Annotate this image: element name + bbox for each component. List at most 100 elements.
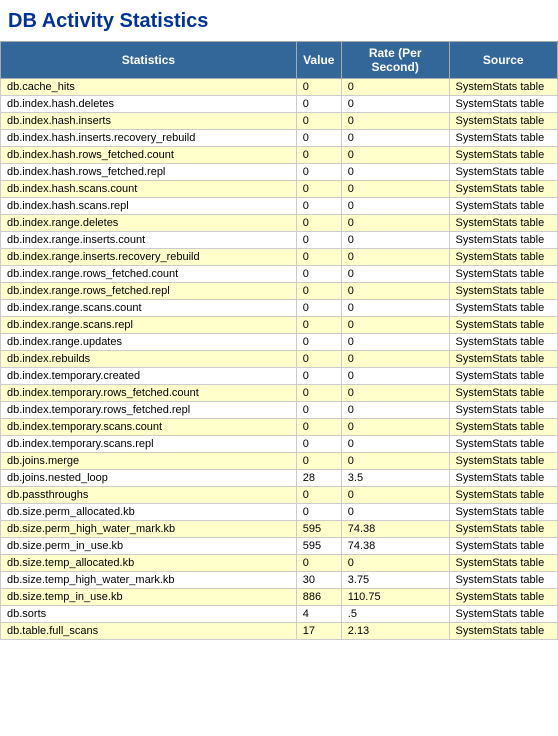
table-row: db.index.hash.rows_fetched.count00System… [1, 147, 558, 164]
source-cell: SystemStats table [449, 164, 557, 181]
source-cell: SystemStats table [449, 96, 557, 113]
stat-name-cell: db.passthroughs [1, 487, 297, 504]
value-cell: 595 [296, 538, 341, 555]
value-cell: 28 [296, 470, 341, 487]
table-row: db.index.range.rows_fetched.repl00System… [1, 283, 558, 300]
rate-cell: 0 [341, 113, 449, 130]
source-cell: SystemStats table [449, 79, 557, 96]
stat-name-cell: db.cache_hits [1, 79, 297, 96]
stat-name-cell: db.table.full_scans [1, 623, 297, 640]
value-cell: 0 [296, 283, 341, 300]
value-cell: 595 [296, 521, 341, 538]
value-cell: 0 [296, 334, 341, 351]
source-cell: SystemStats table [449, 589, 557, 606]
source-cell: SystemStats table [449, 555, 557, 572]
stat-name-cell: db.index.range.rows_fetched.count [1, 266, 297, 283]
source-cell: SystemStats table [449, 606, 557, 623]
value-cell: 0 [296, 232, 341, 249]
source-cell: SystemStats table [449, 538, 557, 555]
table-row: db.index.range.rows_fetched.count00Syste… [1, 266, 558, 283]
source-cell: SystemStats table [449, 317, 557, 334]
stat-name-cell: db.sorts [1, 606, 297, 623]
stat-name-cell: db.index.temporary.rows_fetched.count [1, 385, 297, 402]
table-row: db.index.range.inserts.count00SystemStat… [1, 232, 558, 249]
source-cell: SystemStats table [449, 351, 557, 368]
table-row: db.index.temporary.created00SystemStats … [1, 368, 558, 385]
value-cell: 0 [296, 198, 341, 215]
col-header-value: Value [296, 42, 341, 79]
source-cell: SystemStats table [449, 334, 557, 351]
rate-cell: 0 [341, 198, 449, 215]
stat-name-cell: db.index.hash.rows_fetched.count [1, 147, 297, 164]
source-cell: SystemStats table [449, 266, 557, 283]
rate-cell: 74.38 [341, 521, 449, 538]
value-cell: 0 [296, 351, 341, 368]
statistics-table: Statistics Value Rate (Per Second) Sourc… [0, 41, 558, 640]
rate-cell: 0 [341, 419, 449, 436]
source-cell: SystemStats table [449, 147, 557, 164]
source-cell: SystemStats table [449, 436, 557, 453]
source-cell: SystemStats table [449, 368, 557, 385]
value-cell: 0 [296, 181, 341, 198]
table-row: db.index.range.inserts.recovery_rebuild0… [1, 249, 558, 266]
stat-name-cell: db.size.temp_allocated.kb [1, 555, 297, 572]
value-cell: 17 [296, 623, 341, 640]
table-row: db.index.temporary.rows_fetched.count00S… [1, 385, 558, 402]
value-cell: 0 [296, 249, 341, 266]
stat-name-cell: db.size.temp_in_use.kb [1, 589, 297, 606]
stat-name-cell: db.size.perm_in_use.kb [1, 538, 297, 555]
table-row: db.size.temp_high_water_mark.kb303.75Sys… [1, 572, 558, 589]
value-cell: 0 [296, 113, 341, 130]
table-row: db.size.perm_allocated.kb00SystemStats t… [1, 504, 558, 521]
rate-cell: 3.5 [341, 470, 449, 487]
source-cell: SystemStats table [449, 113, 557, 130]
source-cell: SystemStats table [449, 419, 557, 436]
table-row: db.index.range.updates00SystemStats tabl… [1, 334, 558, 351]
source-cell: SystemStats table [449, 232, 557, 249]
value-cell: 0 [296, 453, 341, 470]
value-cell: 0 [296, 555, 341, 572]
source-cell: SystemStats table [449, 521, 557, 538]
rate-cell: 0 [341, 96, 449, 113]
source-cell: SystemStats table [449, 181, 557, 198]
stat-name-cell: db.index.temporary.rows_fetched.repl [1, 402, 297, 419]
rate-cell: 0 [341, 181, 449, 198]
table-row: db.index.hash.inserts.recovery_rebuild00… [1, 130, 558, 147]
table-row: db.joins.merge00SystemStats table [1, 453, 558, 470]
value-cell: 0 [296, 215, 341, 232]
source-cell: SystemStats table [449, 283, 557, 300]
value-cell: 0 [296, 385, 341, 402]
rate-cell: 0 [341, 402, 449, 419]
rate-cell: 2.13 [341, 623, 449, 640]
rate-cell: 3.75 [341, 572, 449, 589]
stat-name-cell: db.index.hash.scans.repl [1, 198, 297, 215]
stat-name-cell: db.index.range.updates [1, 334, 297, 351]
value-cell: 0 [296, 266, 341, 283]
source-cell: SystemStats table [449, 623, 557, 640]
col-header-statistics: Statistics [1, 42, 297, 79]
table-row: db.index.hash.scans.repl00SystemStats ta… [1, 198, 558, 215]
table-row: db.index.hash.scans.count00SystemStats t… [1, 181, 558, 198]
stat-name-cell: db.index.range.inserts.count [1, 232, 297, 249]
stat-name-cell: db.joins.merge [1, 453, 297, 470]
value-cell: 0 [296, 368, 341, 385]
table-row: db.index.rebuilds00SystemStats table [1, 351, 558, 368]
value-cell: 0 [296, 487, 341, 504]
table-row: db.index.temporary.rows_fetched.repl00Sy… [1, 402, 558, 419]
value-cell: 886 [296, 589, 341, 606]
rate-cell: 0 [341, 164, 449, 181]
rate-cell: 0 [341, 385, 449, 402]
table-row: db.index.range.scans.repl00SystemStats t… [1, 317, 558, 334]
value-cell: 0 [296, 504, 341, 521]
stat-name-cell: db.index.hash.deletes [1, 96, 297, 113]
rate-cell: 0 [341, 130, 449, 147]
value-cell: 0 [296, 79, 341, 96]
source-cell: SystemStats table [449, 470, 557, 487]
table-row: db.index.temporary.scans.count00SystemSt… [1, 419, 558, 436]
value-cell: 0 [296, 147, 341, 164]
value-cell: 0 [296, 317, 341, 334]
stat-name-cell: db.index.range.deletes [1, 215, 297, 232]
stat-name-cell: db.index.range.scans.count [1, 300, 297, 317]
source-cell: SystemStats table [449, 487, 557, 504]
stat-name-cell: db.size.temp_high_water_mark.kb [1, 572, 297, 589]
